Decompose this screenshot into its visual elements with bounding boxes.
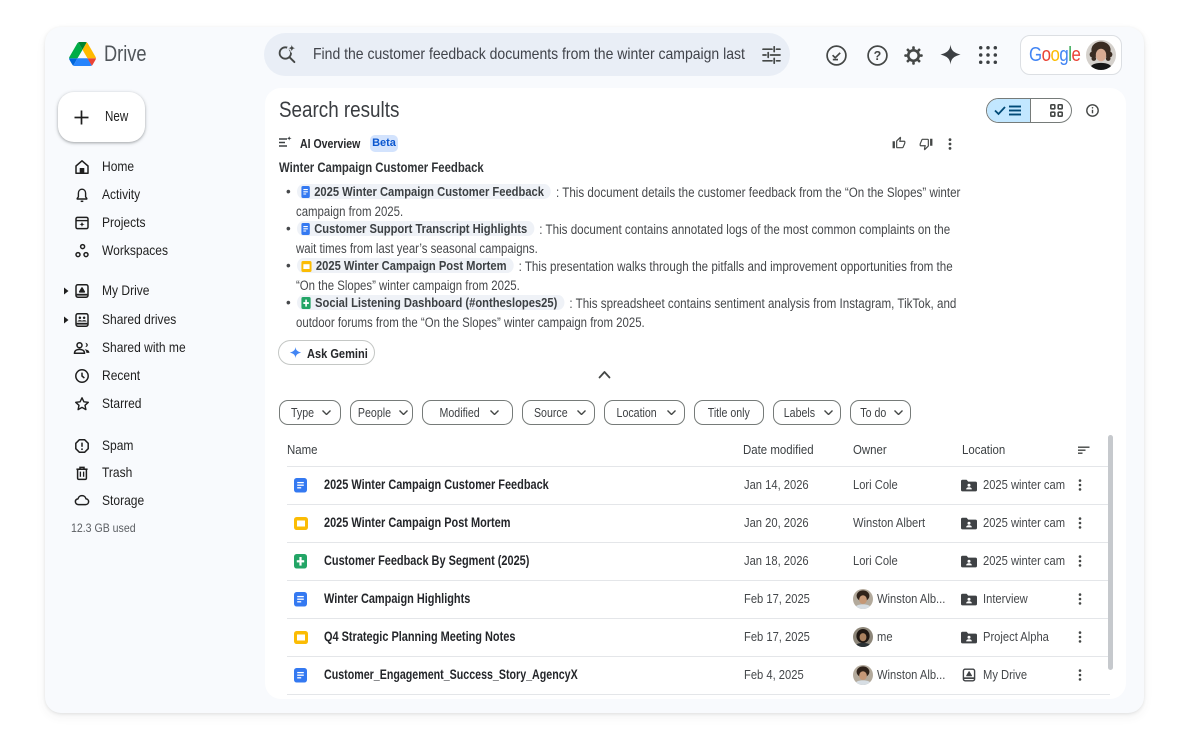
- svg-text:?: ?: [874, 49, 882, 63]
